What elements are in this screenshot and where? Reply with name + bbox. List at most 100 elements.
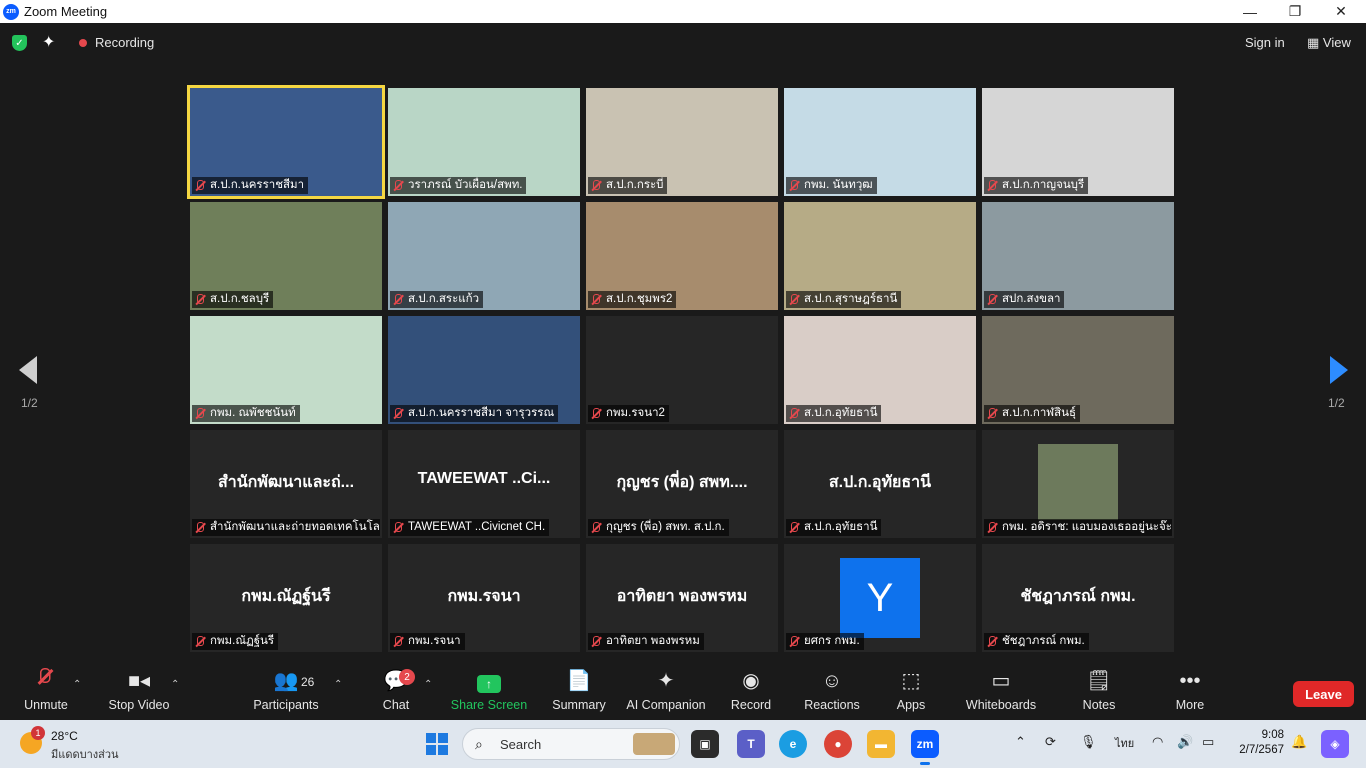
- participant-tile[interactable]: ส.ป.ก.นครราชสีมา จารุวรรณ: [388, 316, 580, 424]
- participant-tile[interactable]: ส.ป.ก.กระบี่: [586, 88, 778, 196]
- record-button[interactable]: ◉ Record: [728, 663, 774, 720]
- weather-condition[interactable]: มีแดดบางส่วน: [51, 745, 119, 763]
- participant-name-label: กพม.รจนา: [390, 633, 465, 650]
- participant-tile[interactable]: ส.ป.ก.กาฬสินธุ์: [982, 316, 1174, 424]
- participant-name-text: TAWEEWAT ..Civicnet CH.: [408, 521, 546, 533]
- file-explorer-icon[interactable]: ▬: [867, 730, 895, 758]
- summary-button[interactable]: 📄 Summary: [550, 663, 608, 720]
- participant-name-text: ส.ป.ก.กาฬสินธุ์: [1002, 407, 1077, 419]
- participant-tile[interactable]: สำนักพัฒนาและถ่... สำนักพัฒนาและถ่ายทอดเท…: [190, 430, 382, 538]
- participant-tile[interactable]: กุญชร (พี่อ) สพท.... กุญชร (พี่อ) สพท. ส.…: [586, 430, 778, 538]
- weather-temperature[interactable]: 28°C: [51, 729, 78, 743]
- participant-tile[interactable]: อาทิตยา พองพรหม อาทิตยา พองพรหม: [586, 544, 778, 652]
- participant-name-text: ส.ป.ก.นครราชสีมา: [210, 179, 305, 191]
- participants-options-caret-icon[interactable]: ⌃: [334, 679, 342, 690]
- participant-name-label: อาทิตยา พองพรหม: [588, 633, 704, 650]
- clock-date: 2/7/2567: [1239, 744, 1284, 756]
- participant-tile[interactable]: ส.ป.ก.อุทัยธานี ส.ป.ก.อุทัยธานี: [784, 430, 976, 538]
- participant-tile[interactable]: กพม.ณัฏฐ์นรี กพม.ณัฏฐ์นรี: [190, 544, 382, 652]
- notification-bell-icon[interactable]: 🔔: [1291, 734, 1307, 750]
- close-button[interactable]: ✕: [1318, 0, 1364, 23]
- participant-name-text: สปก.สงขลา: [1002, 293, 1061, 305]
- chat-options-caret-icon[interactable]: ⌃: [424, 679, 432, 690]
- reactions-button[interactable]: ☺ Reactions: [802, 663, 862, 720]
- input-language[interactable]: ไทย: [1115, 734, 1134, 752]
- participant-tile[interactable]: กพม.รจนา กพม.รจนา: [388, 544, 580, 652]
- copilot-icon[interactable]: ◈: [1321, 730, 1349, 758]
- search-placeholder: Search: [500, 737, 542, 752]
- recording-indicator[interactable]: Recording: [95, 35, 154, 50]
- participant-tile[interactable]: กพม. อดิราช: แอบมองเธออยู่นะจ๊ะ: [982, 430, 1174, 538]
- participant-tile[interactable]: ชัชฎาภรณ์ กพม. ชัชฎาภรณ์ กพม.: [982, 544, 1174, 652]
- participant-name-text: วราภรณ์ บัวเผื่อน/สพท.: [408, 179, 523, 191]
- previous-page-arrow-icon[interactable]: [19, 356, 37, 384]
- notes-button[interactable]: 🗒 Notes: [1080, 663, 1118, 720]
- participant-tile[interactable]: ส.ป.ก.นครราชสีมา: [187, 85, 385, 199]
- tray-overflow-chevron-icon[interactable]: ⌃: [1015, 734, 1026, 750]
- system-clock[interactable]: 9:08 2/7/2567: [1234, 728, 1284, 758]
- view-button[interactable]: ▦ View: [1307, 35, 1351, 51]
- minimize-button[interactable]: —: [1227, 0, 1273, 23]
- maximize-button[interactable]: ❐: [1272, 0, 1318, 23]
- participant-tile[interactable]: ส.ป.ก.ชุมพร2: [586, 202, 778, 310]
- wifi-icon[interactable]: ◠: [1152, 734, 1163, 750]
- participant-tile[interactable]: กพม. ณพัชชนันท์: [190, 316, 382, 424]
- participant-name-label: ส.ป.ก.สระแก้ว: [390, 291, 484, 308]
- edge-browser-icon[interactable]: e: [779, 730, 807, 758]
- participant-display-name: กพม.รจนา: [447, 588, 521, 605]
- share-screen-button[interactable]: ↑ Share Screen: [451, 663, 527, 720]
- participant-tile[interactable]: วราภรณ์ บัวเผื่อน/สพท.: [388, 88, 580, 196]
- muted-microphone-icon: [788, 521, 800, 534]
- audio-options-caret-icon[interactable]: ⌃: [73, 679, 81, 690]
- participants-button[interactable]: 👥 Participants: [253, 663, 319, 720]
- participant-display-name: กุญชร (พี่อ) สพท....: [616, 474, 748, 491]
- participant-tile[interactable]: กพม. นันทวุฒ: [784, 88, 976, 196]
- video-options-caret-icon[interactable]: ⌃: [171, 679, 179, 690]
- ai-companion-sparkle-icon[interactable]: ✦: [42, 32, 55, 52]
- participant-tile[interactable]: ส.ป.ก.สุราษฎร์ธานี: [784, 202, 976, 310]
- participant-tile[interactable]: ส.ป.ก.อุทัยธานี: [784, 316, 976, 424]
- participant-name-label: กพม.รจนา2: [588, 405, 669, 422]
- participant-tile[interactable]: ส.ป.ก.กาญจนบุรี: [982, 88, 1174, 196]
- apps-button[interactable]: ⬚ Apps: [893, 663, 929, 720]
- signin-button[interactable]: Sign in: [1245, 35, 1285, 50]
- encryption-shield-icon[interactable]: ✓: [12, 35, 27, 51]
- windows-start-icon[interactable]: [426, 733, 448, 755]
- weather-notification-badge: 1: [31, 726, 45, 740]
- participant-display-name: อาทิตยา พองพรหม: [616, 588, 748, 605]
- zoom-taskbar-icon[interactable]: zm: [911, 730, 939, 765]
- microphone-tray-icon[interactable]: 🎙: [1080, 734, 1097, 750]
- whiteboard-icon: ▭: [991, 670, 1011, 692]
- share-screen-icon: ↑: [477, 663, 501, 693]
- next-page-arrow-icon[interactable]: [1330, 356, 1348, 384]
- recording-dot-icon: [79, 39, 87, 47]
- task-view-icon[interactable]: ▣: [691, 730, 719, 758]
- participant-tile[interactable]: TAWEEWAT ..Ci... TAWEEWAT ..Civicnet CH.: [388, 430, 580, 538]
- meeting-toolbar: Unmute ⌃ ■◂ Stop Video ⌃ 👥 Participants …: [0, 663, 1366, 720]
- participant-tile[interactable]: สปก.สงขลา: [982, 202, 1174, 310]
- stop-video-button[interactable]: ■◂ Stop Video: [106, 663, 172, 720]
- whiteboards-button[interactable]: ▭ Whiteboards: [963, 663, 1039, 720]
- participant-avatar: Y: [840, 558, 920, 638]
- participant-name-label: ส.ป.ก.สุราษฎร์ธานี: [786, 291, 902, 308]
- sync-icon[interactable]: ⟳: [1045, 734, 1056, 750]
- participant-name-label: กุญชร (พี่อ) สพท. ส.ป.ก.: [588, 519, 729, 536]
- participant-tile[interactable]: ส.ป.ก.ชลบุรี: [190, 202, 382, 310]
- participant-tile[interactable]: Y ยศกร กพม.: [784, 544, 976, 652]
- leave-button[interactable]: Leave: [1293, 681, 1354, 707]
- muted-microphone-icon: [788, 179, 800, 192]
- participant-name-label: ส.ป.ก.กระบี่: [588, 177, 668, 194]
- volume-icon[interactable]: 🔊: [1177, 734, 1193, 750]
- more-button[interactable]: ••• More: [1172, 663, 1208, 720]
- muted-microphone-icon: [986, 407, 998, 420]
- participant-name-text: ส.ป.ก.ชลบุรี: [210, 293, 270, 305]
- participant-tile[interactable]: ส.ป.ก.สระแก้ว: [388, 202, 580, 310]
- participant-tile[interactable]: กพม.รจนา2: [586, 316, 778, 424]
- ai-companion-button[interactable]: ✦ AI Companion: [624, 663, 708, 720]
- taskbar-search-box[interactable]: ⌕ Search: [462, 728, 680, 760]
- battery-icon[interactable]: ▭: [1202, 734, 1214, 750]
- notes-icon: 🗒: [1086, 670, 1112, 692]
- chrome-browser-icon[interactable]: ●: [824, 730, 852, 758]
- teams-icon[interactable]: T: [737, 730, 765, 758]
- unmute-button[interactable]: Unmute: [22, 663, 70, 720]
